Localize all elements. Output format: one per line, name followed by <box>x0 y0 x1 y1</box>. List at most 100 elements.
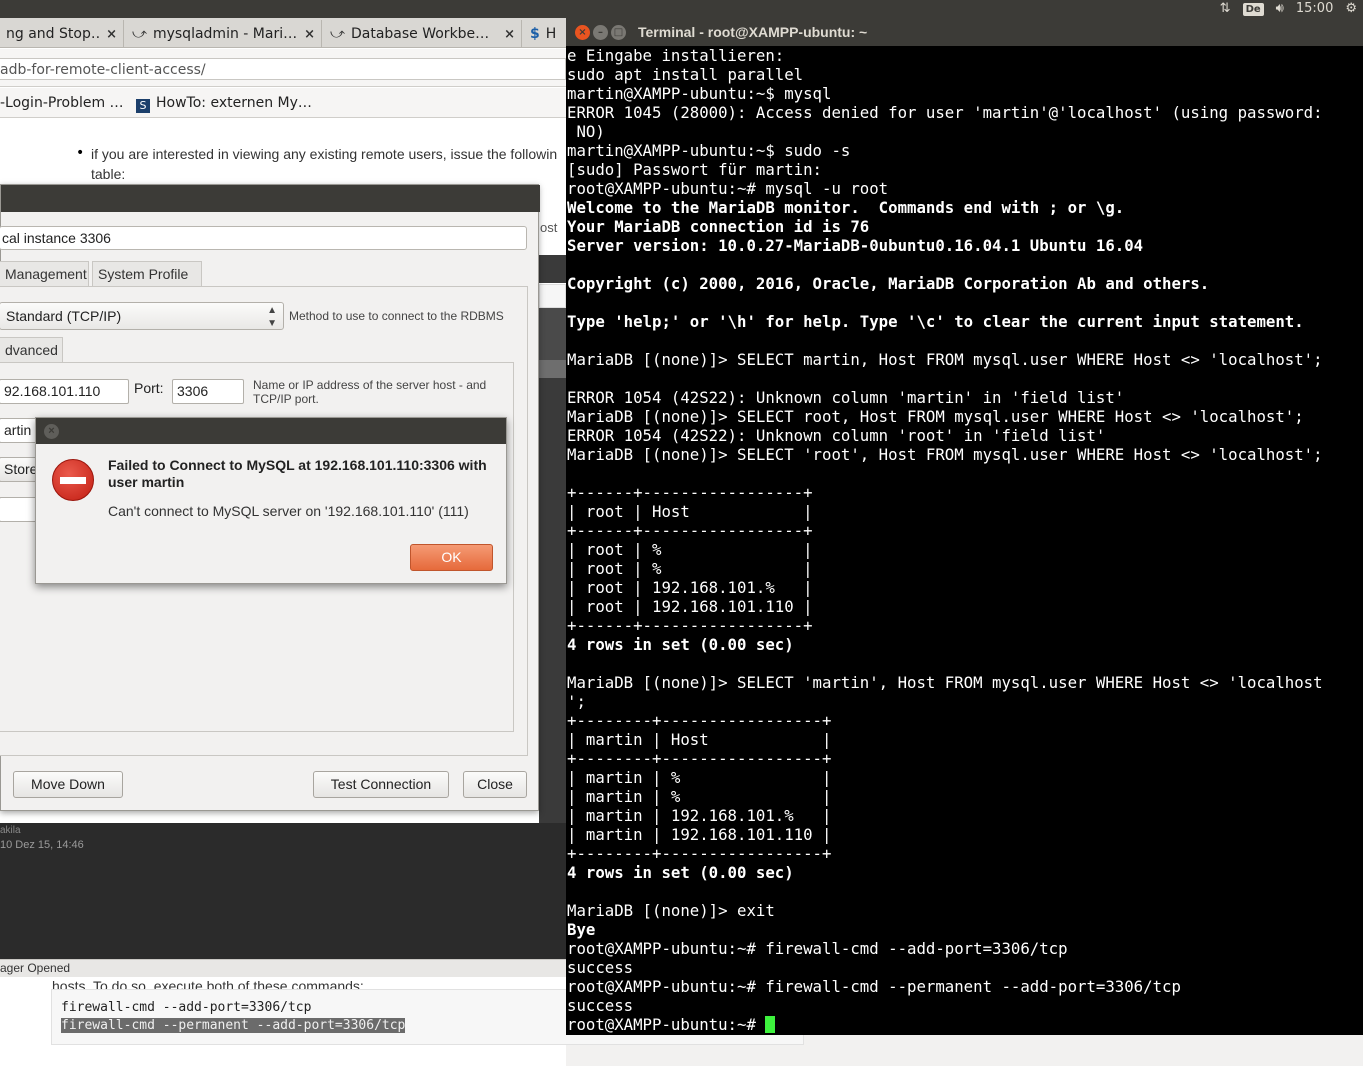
volume-icon[interactable]: 🔊︎ <box>1276 0 1284 18</box>
terminal-line: | martin | Host | <box>567 730 832 749</box>
browser-tab[interactable]: ⤻ Database Workbe… × <box>322 20 522 48</box>
close-icon[interactable]: × <box>504 27 515 42</box>
terminal-line: e Eingabe installieren: <box>567 46 785 65</box>
terminal-line: | root | % | <box>567 540 813 559</box>
select-value: Standard (TCP/IP) <box>6 308 122 324</box>
terminal-line: ERROR 1054 (42S22): Unknown column 'mart… <box>567 388 1125 407</box>
terminal-output[interactable]: e Eingabe installieren: sudo apt install … <box>567 46 1363 1035</box>
close-icon[interactable]: × <box>575 25 590 40</box>
tab-system-profile[interactable]: System Profile <box>92 261 202 287</box>
terminal-line: Copyright (c) 2000, 2016, Oracle, MariaD… <box>567 274 1210 293</box>
tab-label: Database Workbe… <box>350 26 490 42</box>
terminal-line: martin@XAMPP-ubuntu:~$ mysql <box>567 84 832 103</box>
browser-tab[interactable]: $ H <box>522 20 566 48</box>
terminal-line: +--------+-----------------+ <box>567 844 832 863</box>
dialog-title-bar[interactable]: × <box>36 418 506 444</box>
store-in-keychain-button[interactable]: Store <box>0 457 39 482</box>
network-arrows-icon[interactable]: ⇅ <box>1220 0 1231 18</box>
terminal-cursor <box>765 1016 776 1033</box>
terminal-line: success <box>567 996 634 1015</box>
terminal-line: | root | Host | <box>567 502 813 521</box>
system-top-bar: ⇅ De 🔊︎ 15:00 ⚙ <box>0 0 1363 18</box>
terminal-line: +--------+-----------------+ <box>567 711 832 730</box>
tab-management[interactable]: Management <box>0 261 89 287</box>
close-icon[interactable]: × <box>304 27 315 42</box>
page-panel <box>539 308 566 368</box>
bookmark-item[interactable]: -Login-Problem … <box>0 95 124 111</box>
terminal-title: Terminal - root@XAMPP-ubuntu: ~ <box>638 24 868 40</box>
updown-arrows-icon: ▲ ▼ <box>267 305 277 329</box>
gear-icon[interactable]: ⚙ <box>1345 0 1357 18</box>
terminal-line: [sudo] Passwort für martin: <box>567 160 823 179</box>
test-connection-button[interactable]: Test Connection <box>313 771 449 798</box>
terminal-line: root@XAMPP-ubuntu:~# firewall-cmd --add-… <box>567 939 1068 958</box>
tab-advanced[interactable]: dvanced <box>0 337 63 363</box>
terminal-line: | martin | % | <box>567 787 832 806</box>
terminal-line: root@XAMPP-ubuntu:~# mysql -u root <box>567 179 889 198</box>
terminal-line: success <box>567 958 634 977</box>
host-hint: Name or IP address of the server host - … <box>253 378 487 406</box>
stackoverflow-icon: $ <box>530 26 540 42</box>
connection-name-input[interactable]: cal instance 3306 <box>0 226 527 250</box>
connection-method-select[interactable]: Standard (TCP/IP) ▲ ▼ <box>0 302 284 330</box>
dialog-title-bar[interactable] <box>1 185 540 212</box>
terminal-line: martin@XAMPP-ubuntu:~$ sudo -s <box>567 141 851 160</box>
terminal-line: 4 rows in set (0.00 sec) <box>567 635 794 654</box>
tab-label: H <box>545 26 557 42</box>
ok-button[interactable]: OK <box>410 544 493 571</box>
tab-label: mysqladmin - Mari… <box>152 26 298 42</box>
bookmark-item[interactable]: S HowTo: externen My… <box>136 95 312 113</box>
close-button[interactable]: Close <box>463 771 527 798</box>
terminal-line: | martin | 192.168.101.% | <box>567 806 832 825</box>
close-icon[interactable]: × <box>44 424 59 439</box>
page-paragraph: if you are interested in viewing any exi… <box>91 144 557 184</box>
terminal-line: ERROR 1045 (28000): Access denied for us… <box>567 103 1323 122</box>
browser-tab[interactable]: ng and Stop… × <box>0 20 124 48</box>
tab-label: ng and Stop… <box>6 26 101 42</box>
terminal-line: root@XAMPP-ubuntu:~# firewall-cmd --perm… <box>567 977 1181 996</box>
terminal-line: +--------+-----------------+ <box>567 749 832 768</box>
terminal-title-bar[interactable]: × – □ Terminal - root@XAMPP-ubuntu: ~ <box>566 18 1363 46</box>
default-schema-input[interactable] <box>0 497 39 522</box>
error-message: Can't connect to MySQL server on '192.16… <box>108 503 469 519</box>
terminal-line: Bye <box>567 920 596 939</box>
connection-tile-name[interactable]: akila <box>0 825 21 836</box>
workbench-status-bar: ager Opened <box>0 959 566 977</box>
keyboard-layout-indicator[interactable]: De <box>1242 2 1264 16</box>
stackoverflow-icon: S <box>136 99 150 113</box>
terminal-line: '; <box>567 692 586 711</box>
minimize-icon[interactable]: – <box>593 25 608 40</box>
url-field[interactable]: adb-for-remote-client-access/ <box>0 58 566 80</box>
browser-tab[interactable]: ⤻ mysqladmin - Mari… × <box>124 20 322 48</box>
terminal-line: | root | 192.168.101.110 | <box>567 597 813 616</box>
hostname-input[interactable]: 92.168.101.110 <box>0 379 129 404</box>
paragraph-line: if you are interested in viewing any exi… <box>91 146 558 162</box>
maximize-icon[interactable]: □ <box>611 25 626 40</box>
port-label: Port: <box>134 380 164 396</box>
system-tray: ⇅ De 🔊︎ 15:00 ⚙ <box>1220 0 1357 18</box>
address-bar: adb-for-remote-client-access/ <box>0 49 566 87</box>
move-down-button[interactable]: Move Down <box>13 771 123 798</box>
terminal-line: MariaDB [(none)]> SELECT 'root', Host FR… <box>567 445 1323 464</box>
terminal-line: MariaDB [(none)]> SELECT root, Host FROM… <box>567 407 1304 426</box>
username-input[interactable]: artin <box>0 418 39 443</box>
page-panel <box>539 255 566 283</box>
close-icon[interactable]: × <box>106 27 117 42</box>
terminal-line: Server version: 10.0.27-MariaDB-0ubuntu0… <box>567 236 1144 255</box>
terminal-line: | martin | % | <box>567 768 832 787</box>
clock[interactable]: 15:00 <box>1296 0 1333 18</box>
terminal-prompt: root@XAMPP-ubuntu:~# <box>567 1015 766 1034</box>
terminal-prompt-line[interactable]: root@XAMPP-ubuntu:~# <box>567 1015 1363 1034</box>
port-input[interactable]: 3306 <box>172 379 244 404</box>
error-heading: Failed to Connect to MySQL at 192.168.10… <box>108 457 487 490</box>
bookmark-label: HowTo: externen My… <box>156 95 312 111</box>
terminal-line: MariaDB [(none)]> SELECT martin, Host FR… <box>567 350 1323 369</box>
workbench-home-area: akila 10 Dez 15, 14:46 <box>0 823 566 963</box>
dolphin-icon: ⤻ <box>132 26 147 42</box>
terminal-line: sudo apt install parallel <box>567 65 804 84</box>
terminal-line: +------+-----------------+ <box>567 483 813 502</box>
terminal-window: × – □ Terminal - root@XAMPP-ubuntu: ~ e … <box>566 18 1363 1035</box>
dolphin-icon: ⤻ <box>330 26 345 42</box>
